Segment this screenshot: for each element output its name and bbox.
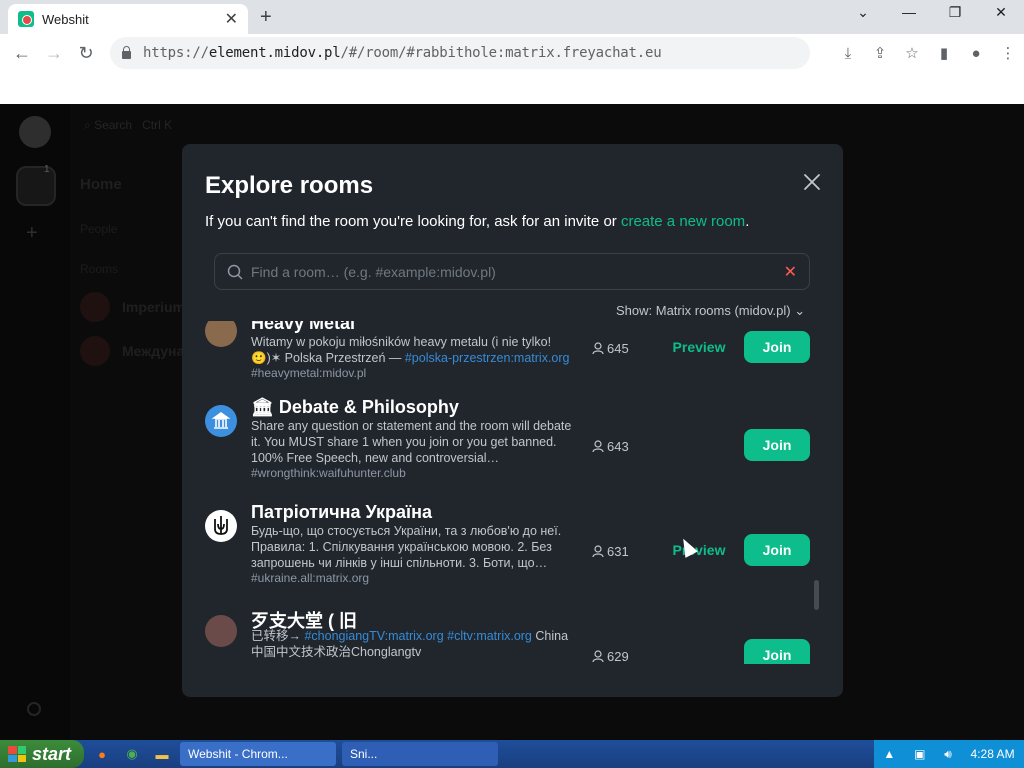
room-alias: #wrongthink:waifuhunter.club bbox=[251, 466, 406, 480]
windows-logo-icon bbox=[8, 746, 26, 762]
tab-close-icon[interactable]: ✕ bbox=[225, 9, 238, 29]
room-search-field[interactable]: ✕ bbox=[214, 253, 810, 290]
preview-button[interactable]: Preview bbox=[664, 331, 734, 363]
user-icon bbox=[592, 545, 604, 558]
browser-menu-icon[interactable]: ⋮ bbox=[992, 44, 1024, 62]
room-name: Heavy Metal bbox=[251, 321, 356, 333]
browser-tab[interactable]: Webshit ✕ bbox=[8, 4, 248, 34]
room-directory-list: Heavy Metal Witamy w pokoju miłośników h… bbox=[182, 321, 843, 664]
reload-icon[interactable]: ↻ bbox=[70, 43, 102, 64]
address-bar[interactable]: https://element.midov.pl/#/room/#rabbith… bbox=[110, 37, 810, 69]
forward-icon[interactable]: → bbox=[38, 43, 70, 64]
tab-title: Webshit bbox=[42, 11, 89, 27]
close-window-button[interactable]: ✕ bbox=[978, 4, 1024, 21]
join-button[interactable]: Join bbox=[744, 331, 810, 363]
join-button[interactable]: Join bbox=[744, 534, 810, 566]
dialog-title: Explore rooms bbox=[205, 172, 374, 199]
preview-button[interactable]: Preview bbox=[664, 534, 734, 566]
start-button[interactable]: start bbox=[0, 740, 84, 768]
join-button[interactable]: Join bbox=[744, 639, 810, 664]
clock[interactable]: 4:28 AM bbox=[971, 747, 1015, 761]
dialog-subtitle: If you can't find the room you're lookin… bbox=[205, 213, 750, 230]
minimize-button[interactable]: — bbox=[886, 4, 932, 20]
firefox-icon[interactable]: ● bbox=[90, 744, 114, 764]
bank-icon bbox=[205, 405, 237, 437]
member-count: 645 bbox=[592, 341, 629, 356]
tab-search-button[interactable]: ⌄ bbox=[840, 4, 886, 21]
room-alias: #heavymetal:midov.pl bbox=[251, 366, 367, 380]
element-favicon-icon bbox=[18, 11, 34, 27]
network-icon[interactable]: ▣ bbox=[914, 747, 925, 761]
taskbar-task-snip[interactable]: Sni... bbox=[342, 742, 498, 766]
user-icon bbox=[592, 342, 604, 355]
room-topic: Share any question or statement and the … bbox=[251, 419, 572, 465]
folder-icon[interactable]: ▬ bbox=[150, 744, 174, 764]
user-icon bbox=[592, 650, 604, 663]
tray-expand-icon[interactable]: ▲ bbox=[883, 747, 895, 761]
install-app-icon[interactable]: ⤓ bbox=[832, 45, 864, 62]
room-topic: Будь-що, що стосується України, та з люб… bbox=[251, 524, 562, 570]
room-name: Патріотична Україна bbox=[251, 502, 432, 522]
new-tab-button[interactable]: + bbox=[260, 6, 272, 29]
join-button[interactable]: Join bbox=[744, 429, 810, 461]
bookmark-star-icon[interactable]: ☆ bbox=[896, 44, 928, 62]
page-top-strip bbox=[0, 72, 1024, 104]
clear-search-icon[interactable]: ✕ bbox=[784, 262, 797, 282]
explore-rooms-dialog: Explore rooms If you can't find the room… bbox=[182, 144, 843, 697]
room-topic: 已转移→ #chongiangTV:matrix.org #cltv:matri… bbox=[251, 629, 569, 659]
browser-tab-strip: Webshit ✕ + ⌄ — ❐ ✕ bbox=[0, 0, 1024, 34]
user-icon bbox=[592, 440, 604, 453]
back-icon[interactable]: ← bbox=[6, 43, 38, 64]
server-filter-dropdown[interactable]: Show: Matrix rooms (midov.pl) ⌄ bbox=[616, 303, 805, 319]
member-count: 629 bbox=[592, 649, 629, 664]
list-scrollbar[interactable] bbox=[814, 580, 819, 610]
room-topic: Witamy w pokoju miłośników heavy metalu … bbox=[251, 335, 570, 365]
side-panel-icon[interactable]: ▮ bbox=[928, 44, 960, 62]
browser-toolbar: ← → ↻ https://element.midov.pl/#/room/#r… bbox=[0, 34, 1024, 72]
taskbar-task-chrome[interactable]: Webshit - Chrom... bbox=[180, 742, 336, 766]
maximize-button[interactable]: ❐ bbox=[932, 4, 978, 21]
room-avatar bbox=[205, 321, 237, 347]
member-count: 631 bbox=[592, 544, 629, 559]
share-icon[interactable]: ⇪ bbox=[864, 44, 896, 62]
windows-taskbar: start ● ◉ ▬ Webshit - Chrom... Sni... ▲ … bbox=[0, 740, 1024, 768]
system-tray: ▲ ▣ 🔊︎ 4:28 AM bbox=[874, 740, 1024, 768]
room-alias: #ukraine.all:matrix.org bbox=[251, 571, 370, 585]
room-avatar bbox=[205, 615, 237, 647]
room-name: 🏛 Debate & Philosophy bbox=[251, 397, 459, 417]
url-text: https://element.midov.pl/#/room/#rabbith… bbox=[143, 45, 662, 61]
room-topic-link[interactable]: #polska-przestrzen:matrix.org bbox=[405, 351, 570, 365]
member-count: 643 bbox=[592, 439, 629, 454]
close-icon[interactable] bbox=[802, 172, 822, 192]
profile-avatar-icon[interactable]: ● bbox=[960, 45, 992, 62]
lock-icon[interactable] bbox=[122, 45, 131, 59]
room-topic-link[interactable]: #chongiangTV:matrix.org #cltv:matrix.org bbox=[304, 629, 531, 643]
create-new-room-link[interactable]: create a new room bbox=[621, 213, 745, 230]
volume-icon[interactable]: 🔊︎ bbox=[944, 747, 952, 762]
trident-icon bbox=[205, 510, 237, 542]
search-icon bbox=[227, 264, 243, 280]
search-input[interactable] bbox=[251, 263, 784, 280]
chrome-icon[interactable]: ◉ bbox=[120, 744, 144, 764]
